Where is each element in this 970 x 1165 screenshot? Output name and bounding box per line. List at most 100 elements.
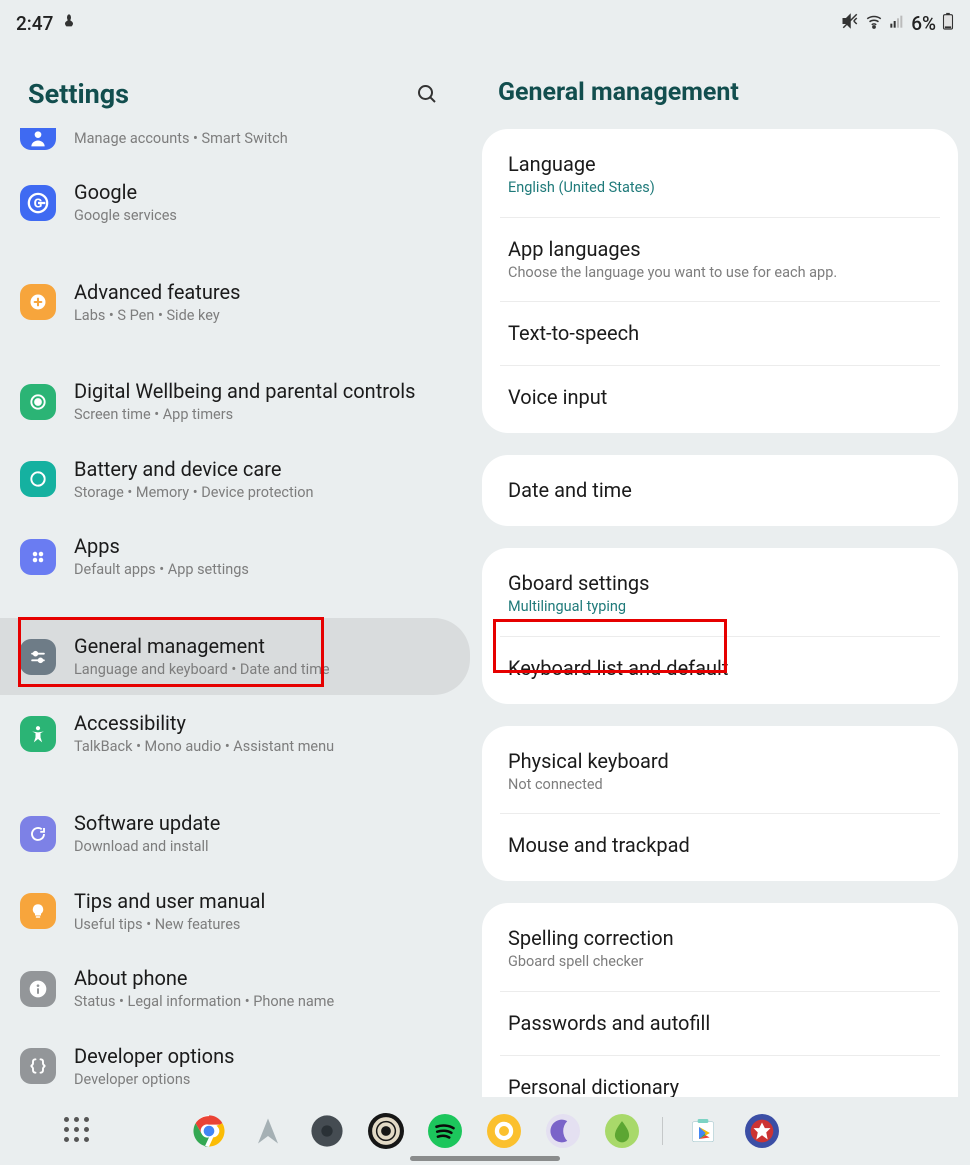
wifi-icon bbox=[865, 12, 883, 34]
taskbar-app-play-store[interactable] bbox=[684, 1112, 722, 1150]
settings-item-title: Digital Wellbeing and parental controls bbox=[74, 379, 460, 404]
settings-item-sub: Status • Legal information • Phone name bbox=[74, 992, 460, 1012]
settings-item-title: Google bbox=[74, 180, 460, 205]
settings-item-title: About phone bbox=[74, 966, 460, 991]
braces-icon bbox=[20, 1048, 56, 1084]
settings-item-accounts[interactable]: Manage accounts • Smart Switch bbox=[0, 128, 470, 164]
taskbar-app-send[interactable] bbox=[249, 1112, 287, 1150]
detail-row-language[interactable]: LanguageEnglish (United States) bbox=[482, 133, 958, 217]
detail-row-title: Spelling correction bbox=[508, 926, 932, 951]
settings-item-title: Software update bbox=[74, 811, 460, 836]
refresh-icon bbox=[20, 816, 56, 852]
detail-row-title: Language bbox=[508, 152, 932, 177]
settings-item-sub: Screen time • App timers bbox=[74, 405, 460, 425]
taskbar-app-moon[interactable] bbox=[544, 1112, 582, 1150]
settings-item-sub: Storage • Memory • Device protection bbox=[74, 483, 460, 503]
detail-row-physical-keyboard[interactable]: Physical keyboardNot connected bbox=[482, 730, 958, 814]
detail-row-title: Text-to-speech bbox=[508, 321, 932, 346]
detail-row-passwords-and-autofill[interactable]: Passwords and autofill bbox=[500, 991, 940, 1055]
settings-item-advanced[interactable]: Advanced featuresLabs • S Pen • Side key bbox=[0, 264, 470, 342]
detail-row-sub: Gboard spell checker bbox=[508, 952, 932, 972]
detail-row-app-languages[interactable]: App languagesChoose the language you wan… bbox=[500, 217, 940, 302]
detail-row-sub: Multilingual typing bbox=[508, 597, 932, 617]
settings-title: Settings bbox=[28, 78, 129, 110]
taskbar-app-yellow-ring[interactable] bbox=[485, 1112, 523, 1150]
settings-item-tips[interactable]: Tips and user manualUseful tips • New fe… bbox=[0, 873, 470, 951]
detail-row-title: Gboard settings bbox=[508, 571, 932, 596]
settings-item-title: Tips and user manual bbox=[74, 889, 460, 914]
signal-icon bbox=[889, 13, 905, 33]
detail-row-keyboard-list-and-default[interactable]: Keyboard list and default bbox=[500, 636, 940, 700]
sliders-icon bbox=[20, 639, 56, 675]
search-button[interactable] bbox=[412, 79, 442, 109]
status-bar: 2:47 6% bbox=[0, 0, 970, 40]
settings-master-list: Settings Manage accounts • Smart Switch G… bbox=[0, 40, 470, 1097]
svg-text:G: G bbox=[34, 196, 43, 211]
detail-row-mouse-and-trackpad[interactable]: Mouse and trackpad bbox=[500, 813, 940, 877]
settings-item-sub: Download and install bbox=[74, 837, 460, 857]
settings-item-title: Accessibility bbox=[74, 711, 460, 736]
settings-group: Spelling correctionGboard spell checker P… bbox=[482, 903, 958, 1097]
settings-item-battery[interactable]: Battery and device careStorage • Memory … bbox=[0, 441, 470, 519]
person-icon bbox=[20, 128, 56, 150]
swirl-icon bbox=[20, 461, 56, 497]
detail-row-date-and-time[interactable]: Date and time bbox=[482, 459, 958, 522]
settings-item-sub: Manage accounts • Smart Switch bbox=[74, 129, 460, 149]
bulb-icon bbox=[20, 893, 56, 929]
settings-item-title: Developer options bbox=[74, 1044, 460, 1069]
settings-item-sub: Useful tips • New features bbox=[74, 915, 460, 935]
taskbar-app-chrome[interactable] bbox=[190, 1112, 228, 1150]
taskbar-app-spotify[interactable] bbox=[426, 1112, 464, 1150]
detail-row-title: App languages bbox=[508, 237, 932, 262]
settings-item-sub: Default apps • App settings bbox=[74, 560, 460, 580]
status-time: 2:47 bbox=[16, 12, 53, 35]
settings-item-sub: Developer options bbox=[74, 1070, 460, 1090]
battery-icon bbox=[942, 12, 954, 34]
detail-row-sub: Not connected bbox=[508, 775, 932, 795]
settings-item-google[interactable]: GGoogleGoogle services bbox=[0, 164, 470, 242]
settings-group: Date and time bbox=[482, 455, 958, 526]
detail-row-sub: Choose the language you want to use for … bbox=[508, 263, 932, 283]
settings-item-sub: Labs • S Pen • Side key bbox=[74, 306, 460, 326]
detail-row-sub: English (United States) bbox=[508, 178, 932, 198]
detail-row-title: Physical keyboard bbox=[508, 749, 932, 774]
apps-drawer-button[interactable] bbox=[64, 1117, 89, 1142]
detail-row-title: Keyboard list and default bbox=[508, 656, 932, 681]
settings-group: Gboard settingsMultilingual typing Keyboa… bbox=[482, 548, 958, 704]
taskbar bbox=[0, 1097, 970, 1165]
mute-icon bbox=[841, 12, 859, 34]
detail-row-gboard-settings[interactable]: Gboard settingsMultilingual typing bbox=[482, 552, 958, 636]
detail-row-title: Voice input bbox=[508, 385, 932, 410]
settings-item-title: General management bbox=[74, 634, 460, 659]
detail-row-text-to-speech[interactable]: Text-to-speech bbox=[500, 301, 940, 365]
detail-row-personal-dictionary[interactable]: Personal dictionary bbox=[500, 1055, 940, 1097]
taskbar-app-rings[interactable] bbox=[367, 1112, 405, 1150]
taskbar-separator bbox=[662, 1117, 663, 1145]
settings-item-wellbeing[interactable]: Digital Wellbeing and parental controlsS… bbox=[0, 363, 470, 441]
settings-group: LanguageEnglish (United States)App langu… bbox=[482, 129, 958, 433]
detail-row-title: Mouse and trackpad bbox=[508, 833, 932, 858]
settings-item-software[interactable]: Software updateDownload and install bbox=[0, 795, 470, 873]
detail-row-spelling-correction[interactable]: Spelling correctionGboard spell checker bbox=[482, 907, 958, 991]
taskbar-app-badge-circle[interactable] bbox=[743, 1112, 781, 1150]
taskbar-app-green-droplet[interactable] bbox=[603, 1112, 641, 1150]
settings-item-accessibility[interactable]: AccessibilityTalkBack • Mono audio • Ass… bbox=[0, 695, 470, 773]
g-icon: G bbox=[20, 185, 56, 221]
detail-row-title: Personal dictionary bbox=[508, 1075, 932, 1097]
settings-item-developer[interactable]: Developer optionsDeveloper options bbox=[0, 1028, 470, 1097]
settings-item-general[interactable]: General managementLanguage and keyboard … bbox=[0, 618, 470, 696]
taskbar-app-dark-circle[interactable] bbox=[308, 1112, 346, 1150]
detail-title: General management bbox=[498, 78, 942, 107]
battery-text: 6% bbox=[911, 12, 936, 35]
navigation-handle[interactable] bbox=[410, 1156, 560, 1161]
four-dots-icon bbox=[20, 539, 56, 575]
status-app-icon bbox=[61, 13, 77, 33]
detail-row-voice-input[interactable]: Voice input bbox=[500, 365, 940, 429]
gear-plus-icon bbox=[20, 284, 56, 320]
settings-item-sub: TalkBack • Mono audio • Assistant menu bbox=[74, 737, 460, 757]
settings-item-about[interactable]: About phoneStatus • Legal information • … bbox=[0, 950, 470, 1028]
settings-item-sub: Language and keyboard • Date and time bbox=[74, 660, 460, 680]
detail-row-title: Passwords and autofill bbox=[508, 1011, 932, 1036]
settings-item-apps[interactable]: AppsDefault apps • App settings bbox=[0, 518, 470, 596]
info-icon bbox=[20, 971, 56, 1007]
